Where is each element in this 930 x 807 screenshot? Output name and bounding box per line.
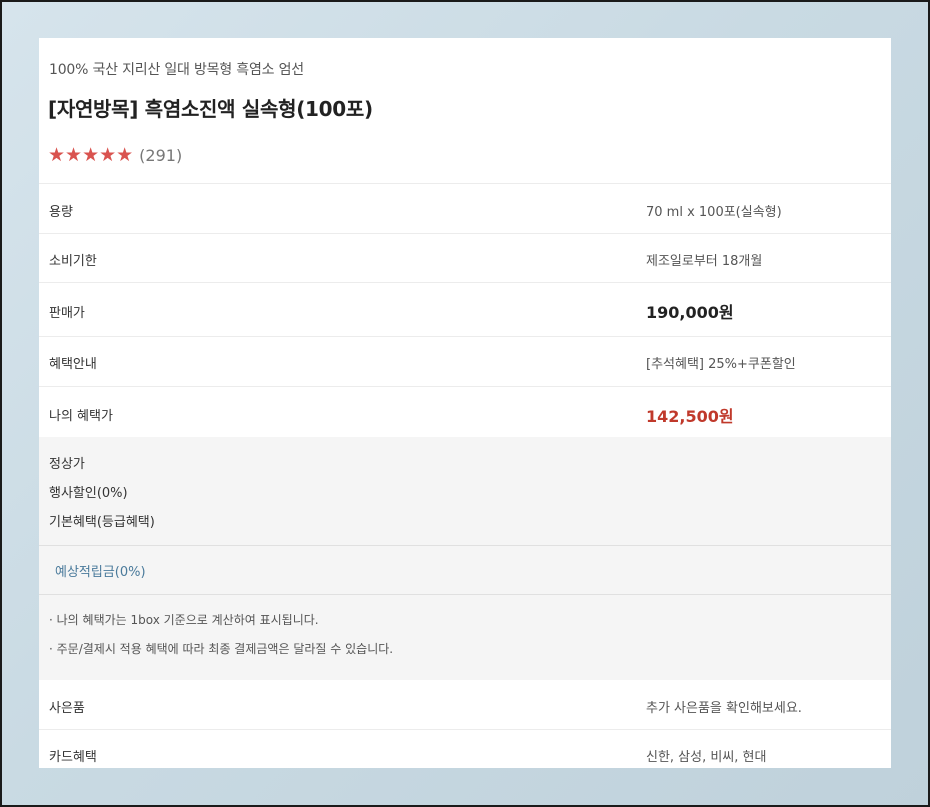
note-benefit-basis: · 나의 혜택가는 1box 기준으로 계산하여 표시됩니다. bbox=[49, 613, 319, 627]
price-breakdown: 정상가 행사할인(0%) 기본혜택(등급혜택) 예상적립금(0%) · 나의 혜… bbox=[39, 437, 891, 680]
spec-label: 용량 bbox=[49, 205, 73, 220]
note-final-price: · 주문/결제시 적용 혜택에 따라 최종 결제금액은 달라질 수 있습니다. bbox=[49, 642, 394, 656]
spec-row-card-benefit: 카드혜택 신한, 삼성, 비씨, 현대 bbox=[39, 729, 891, 768]
card-benefit-value: 신한, 삼성, 비씨, 현대 bbox=[646, 750, 767, 765]
spec-row-expiry: 소비기한 제조일로부터 18개월 bbox=[39, 233, 891, 282]
rating-stars-icon: ★★★★★ bbox=[48, 144, 134, 166]
breakdown-regular-price: 정상가 bbox=[49, 457, 85, 472]
spec-row-sale-price: 판매가 190,000원 bbox=[39, 282, 891, 336]
expected-points-link[interactable]: 예상적립금(0%) bbox=[55, 561, 146, 580]
product-title: [자연방목] 흑염소진액 실속형(100포) bbox=[48, 97, 373, 121]
breakdown-event-discount: 행사할인(0%) bbox=[49, 486, 128, 501]
spec-row-my-benefit-price: 나의 혜택가 142,500원 bbox=[39, 386, 891, 437]
product-subtitle: 100% 국산 지리산 일대 방목형 흑염소 엄선 bbox=[49, 62, 304, 78]
sale-price: 190,000원 bbox=[646, 303, 734, 322]
spec-label: 소비기한 bbox=[49, 254, 97, 269]
spec-label: 나의 혜택가 bbox=[49, 409, 113, 424]
product-info-panel: 100% 국산 지리산 일대 방목형 흑염소 엄선 [자연방목] 흑염소진액 실… bbox=[39, 38, 891, 768]
spec-label: 혜택안내 bbox=[49, 357, 97, 372]
product-rating[interactable]: ★★★★★ (291) bbox=[48, 144, 182, 166]
spec-label: 사은품 bbox=[49, 701, 85, 716]
spec-label: 카드혜택 bbox=[49, 750, 97, 765]
my-benefit-price: 142,500원 bbox=[646, 407, 734, 426]
review-count[interactable]: (291) bbox=[139, 146, 182, 165]
spec-row-benefit-info: 혜택안내 [추석혜택] 25%+쿠폰할인 bbox=[39, 336, 891, 386]
divider bbox=[39, 545, 891, 546]
gift-link[interactable]: 추가 사은품을 확인해보세요. bbox=[646, 697, 802, 716]
spec-value: 제조일로부터 18개월 bbox=[646, 254, 763, 269]
spec-value: 70 ml x 100포(실속형) bbox=[646, 205, 782, 220]
breakdown-grade-benefit: 기본혜택(등급혜택) bbox=[49, 515, 155, 530]
spec-row-capacity: 용량 70 ml x 100포(실속형) bbox=[39, 183, 891, 233]
spec-label: 판매가 bbox=[49, 306, 85, 321]
divider bbox=[39, 594, 891, 595]
spec-value: [추석혜택] 25%+쿠폰할인 bbox=[646, 357, 796, 372]
spec-row-gift: 사은품 추가 사은품을 확인해보세요. bbox=[39, 680, 891, 729]
